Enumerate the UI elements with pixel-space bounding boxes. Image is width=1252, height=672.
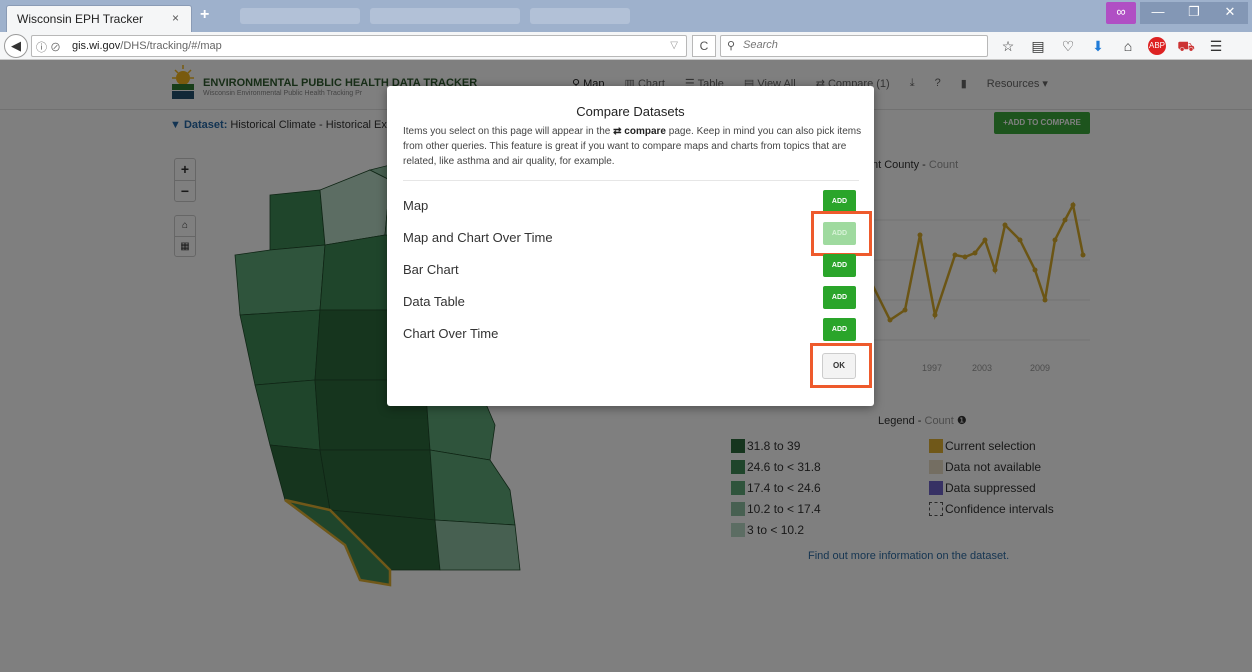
tab-close-icon[interactable]: × [172, 11, 179, 25]
option-chart-over-time-label: Chart Over Time [403, 326, 499, 341]
background-tab[interactable] [240, 8, 360, 24]
add-chart-over-time-button[interactable]: ADD [823, 318, 856, 341]
modal-title: Compare Datasets [576, 104, 685, 119]
close-window-button[interactable]: ✕ [1212, 2, 1248, 24]
modal-desc-compare: compare [624, 126, 666, 137]
background-tab[interactable] [530, 8, 630, 24]
modal-description: Items you select on this page will appea… [403, 124, 863, 169]
adblock-icon[interactable]: ABP [1148, 37, 1166, 55]
reading-list-icon[interactable]: ▤ [1028, 36, 1048, 56]
url-dropdown-icon[interactable]: ▽ [670, 40, 678, 51]
reload-icon[interactable]: C [692, 35, 716, 57]
highlight-box [810, 343, 872, 388]
home-icon[interactable]: ⌂ [1118, 36, 1138, 56]
url-domain: gis.wi.gov [72, 40, 121, 52]
url-text: gis.wi.gov/DHS/tracking/#/map [72, 40, 222, 52]
site-info-icon[interactable]: ⓘ ⊘ [36, 39, 61, 55]
bookmark-star-icon[interactable]: ☆ [998, 36, 1018, 56]
maximize-button[interactable]: ❐ [1176, 2, 1212, 24]
window-controls: ∞ — ❐ ✕ [1106, 2, 1248, 24]
highlight-box [811, 211, 872, 256]
browser-tab[interactable]: Wisconsin EPH Tracker × [6, 5, 192, 32]
option-data-table-label: Data Table [403, 294, 465, 309]
compare-arrows-icon: ⇄ [613, 126, 622, 137]
option-map-chart-label: Map and Chart Over Time [403, 230, 553, 245]
download-icon[interactable]: ⬇ [1088, 36, 1108, 56]
pocket-icon[interactable]: ♡ [1058, 36, 1078, 56]
option-map-label: Map [403, 198, 429, 213]
back-button[interactable]: ◀ [4, 34, 28, 58]
tab-title: Wisconsin EPH Tracker [17, 12, 144, 26]
toolbar-icons: ☆ ▤ ♡ ⬇ ⌂ ABP ⛟ ☰ [998, 36, 1226, 56]
add-bar-chart-button[interactable]: ADD [823, 254, 856, 277]
modal-divider [403, 180, 859, 181]
url-path: /DHS/tracking/#/map [120, 40, 222, 52]
menu-icon[interactable]: ☰ [1206, 36, 1226, 56]
new-tab-button[interactable]: + [200, 6, 209, 24]
browser-titlebar: Wisconsin EPH Tracker × + ∞ — ❐ ✕ [0, 0, 1252, 32]
add-data-table-button[interactable]: ADD [823, 286, 856, 309]
add-map-button[interactable]: ADD [823, 190, 856, 213]
compare-datasets-modal: Compare Datasets Items you select on thi… [387, 86, 874, 406]
search-icon: ⚲ [727, 40, 736, 52]
minimize-button[interactable]: — [1140, 2, 1176, 24]
background-tab[interactable] [370, 8, 520, 24]
search-input[interactable] [743, 39, 973, 51]
modal-desc-start: Items you select on this page will appea… [403, 126, 611, 137]
browser-navbar: ◀ ⓘ ⊘ gis.wi.gov/DHS/tracking/#/map ▽ C … [0, 32, 1252, 60]
address-bar[interactable]: ⓘ ⊘ gis.wi.gov/DHS/tracking/#/map ▽ [31, 35, 687, 57]
extension-icon[interactable]: ⛟ [1176, 36, 1196, 56]
option-bar-chart-label: Bar Chart [403, 262, 459, 277]
private-mask-icon: ∞ [1106, 2, 1136, 24]
search-box[interactable]: ⚲ [720, 35, 988, 57]
